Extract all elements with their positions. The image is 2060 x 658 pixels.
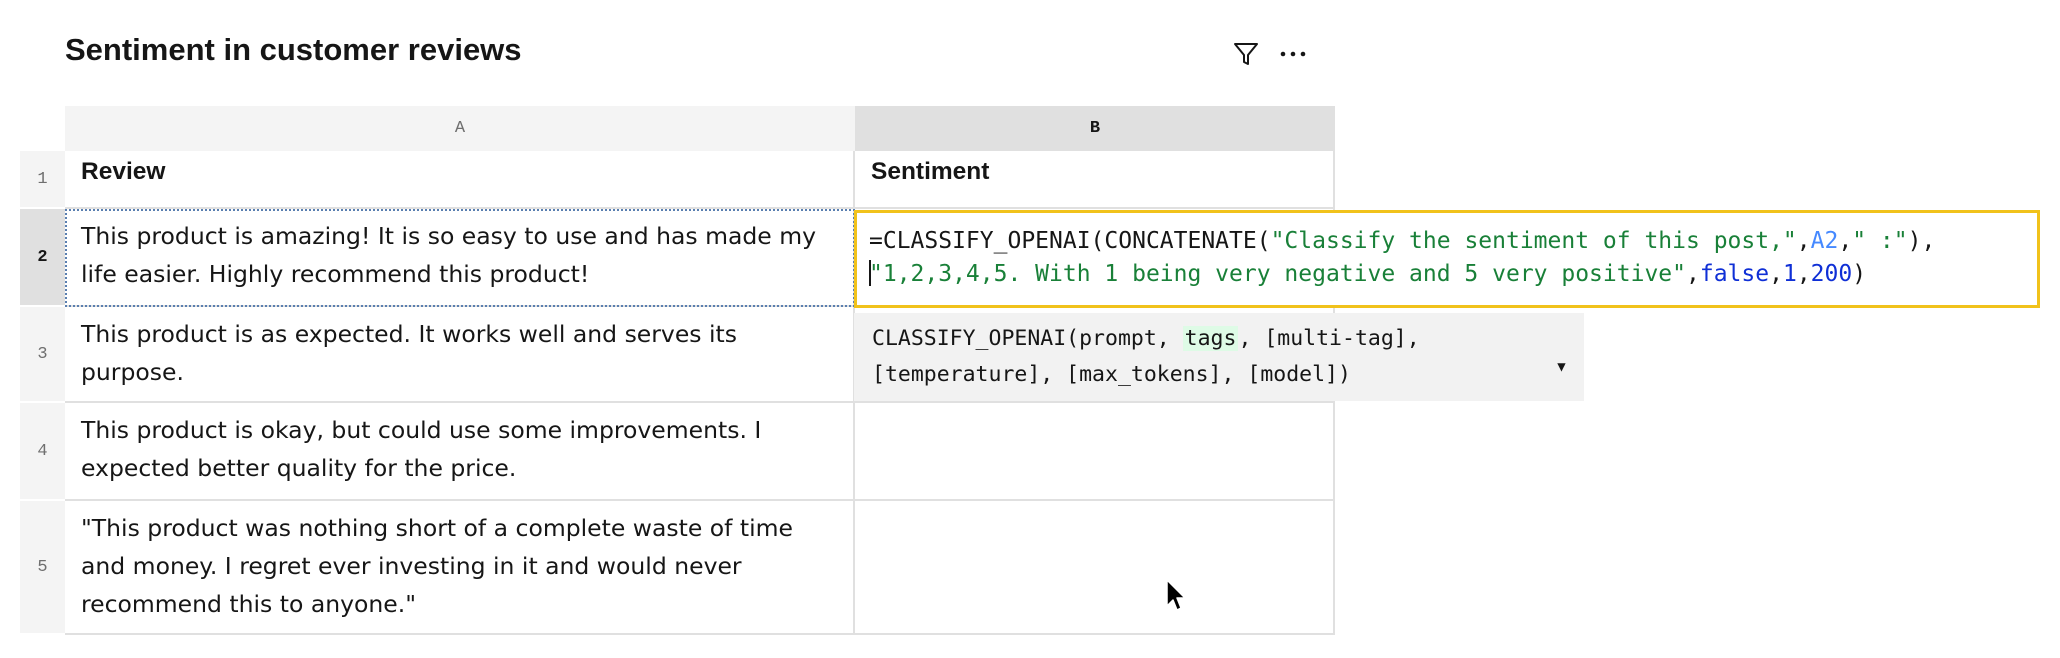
formula-text: , [1685,261,1700,287]
cell-b5[interactable] [855,501,1335,635]
formula-number: 1 [1782,261,1797,287]
formula-text: , [1796,228,1811,254]
function-signature-hint[interactable]: CLASSIFY_OPENAI(prompt, tags, [multi-tag… [854,313,1584,401]
formula-text: , [1796,261,1811,287]
column-header-b[interactable]: B [855,106,1335,151]
row-number-4[interactable]: 4 [20,403,65,501]
cell-a2[interactable]: This product is amazing! It is so easy t… [65,209,855,307]
cell-b4[interactable] [855,403,1335,501]
formula-number: 200 [1810,261,1853,287]
more-horizontal-icon[interactable] [1278,44,1308,64]
signature-line-2: [temperature], [max_tokens], [model]) [872,362,1351,387]
formula-cell-ref: A2 [1810,228,1839,254]
formula-string: " :" [1852,228,1908,254]
row-number-3[interactable]: 3 [20,307,65,403]
formula-text: , [1769,261,1783,287]
formula-string: "Classify the sentiment of this post," [1270,228,1797,254]
filter-icon[interactable] [1232,40,1260,68]
cell-a5[interactable]: "This product was nothing short of a com… [65,501,855,635]
cell-a1[interactable]: Review [65,151,855,209]
cell-b1[interactable]: Sentiment [855,151,1335,209]
formula-text: ), [1907,228,1936,254]
formula-editor[interactable]: =CLASSIFY_OPENAI(CONCATENATE("Classify t… [854,210,2040,308]
formula-string: "1,2,3,4,5. With 1 being very negative a… [869,261,1686,287]
chevron-down-icon[interactable]: ▾ [1555,349,1568,385]
cell-a3[interactable]: This product is as expected. It works we… [65,307,855,403]
row-number-1[interactable]: 1 [20,151,65,209]
row-number-5[interactable]: 5 [20,501,65,635]
formula-keyword: false [1699,261,1770,287]
signature-line-1: CLASSIFY_OPENAI(prompt, tags, [multi-tag… [872,321,1566,357]
cell-a4[interactable]: This product is okay, but could use some… [65,403,855,501]
signature-text: CLASSIFY_OPENAI(prompt, [872,326,1183,351]
row-number-2[interactable]: 2 [20,209,65,307]
formula-text: , [1838,228,1853,254]
signature-current-arg: tags [1182,326,1239,351]
formula-text: ) [1852,261,1867,287]
column-header-a[interactable]: A [65,106,855,151]
page-title: Sentiment in customer reviews [65,32,522,67]
mouse-cursor-icon [1166,579,1186,611]
signature-text: , [multi-tag], [1238,326,1420,351]
formula-text: =CLASSIFY_OPENAI(CONCATENATE( [869,228,1271,254]
